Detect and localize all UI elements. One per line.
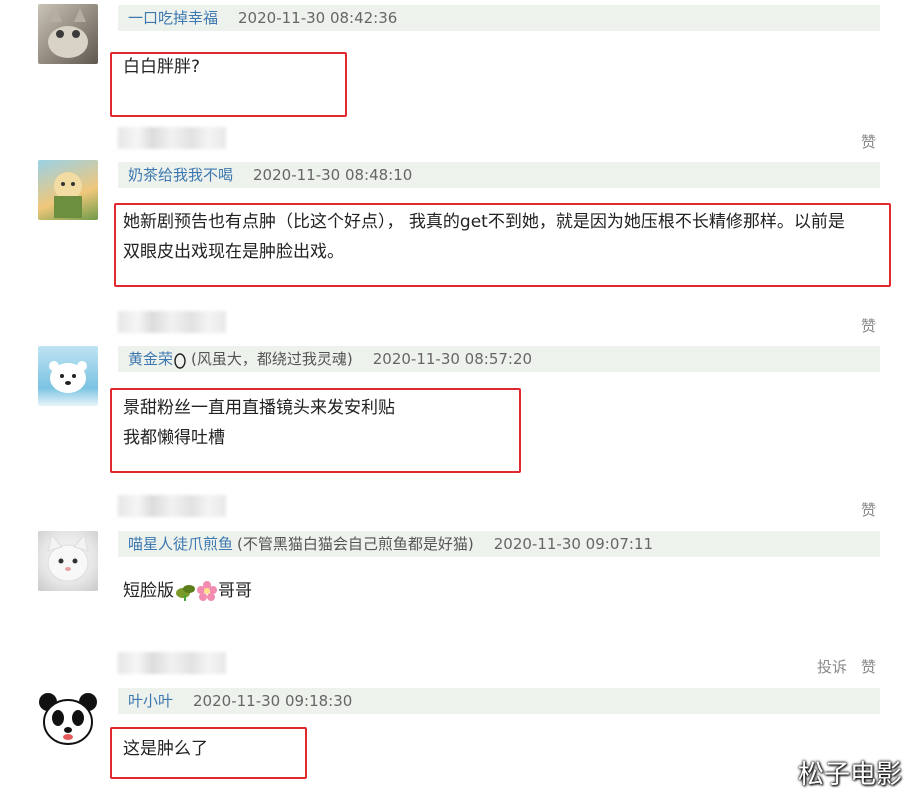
- comment-meta: 喵星人徒爪煎鱼 (不管黑猫白猫会自己煎鱼都是好猫) 2020-11-30 09:07…: [118, 531, 880, 557]
- user-signature: (不管黑猫白猫会自己煎鱼都是好猫): [237, 535, 474, 553]
- username[interactable]: 喵星人徒爪煎鱼: [128, 535, 233, 553]
- comment-actions: 赞: [847, 499, 876, 520]
- username[interactable]: 奶茶给我我不喝: [128, 166, 233, 184]
- timestamp: 2020-11-30 09:07:11: [493, 535, 654, 553]
- username[interactable]: 叶小叶: [128, 692, 173, 710]
- avatar[interactable]: [38, 346, 98, 406]
- comment-fragment: 哥哥: [218, 581, 252, 601]
- timestamp: 2020-11-30 09:18:30: [193, 692, 353, 710]
- username[interactable]: 黄金荣: [128, 350, 173, 368]
- like-button[interactable]: 赞: [861, 133, 876, 151]
- highlight-box: [110, 727, 307, 779]
- white-cat-avatar-icon: [47, 533, 89, 582]
- like-button[interactable]: 赞: [861, 501, 876, 519]
- timestamp: 2020-11-30 08:48:10: [253, 166, 413, 184]
- comment-meta: 叶小叶 2020-11-30 09:18:30: [118, 688, 880, 714]
- comment-meta: 黄金荣 (风虽大，都绕过我灵魂) 2020-11-30 08:57:20: [118, 346, 880, 372]
- comment-actions: 赞: [847, 315, 876, 336]
- blurred-reply: [118, 311, 226, 333]
- blurred-reply: [118, 127, 226, 149]
- avatar[interactable]: [38, 531, 98, 591]
- highlight-box: [110, 388, 521, 473]
- report-button[interactable]: 投诉: [817, 658, 847, 676]
- comment-meta: 一口吃掉幸福 2020-11-30 08:42:36: [118, 5, 880, 31]
- like-button[interactable]: 赞: [861, 658, 876, 676]
- comment-actions: 投诉赞: [803, 656, 876, 677]
- comment-meta: 奶茶给我我不喝 2020-11-30 08:48:10: [118, 162, 880, 188]
- like-button[interactable]: 赞: [861, 317, 876, 335]
- avatar[interactable]: [38, 4, 98, 64]
- leaf-emoji-icon: [176, 585, 195, 601]
- comment-text: 短脸版 哥哥: [123, 576, 252, 606]
- blurred-reply: [118, 652, 226, 674]
- comment-fragment: 短脸版: [123, 581, 174, 601]
- egg-icon: [174, 352, 186, 369]
- watermark: 松子电影: [797, 760, 902, 790]
- timestamp: 2020-11-30 08:57:20: [372, 350, 533, 368]
- user-signature: (风虽大，都绕过我灵魂): [191, 350, 353, 368]
- avatar[interactable]: [38, 688, 98, 748]
- avatar[interactable]: [38, 160, 98, 220]
- blurred-reply: [118, 495, 226, 517]
- panda-avatar-icon: [39, 693, 97, 745]
- cat-avatar-icon: [48, 8, 88, 58]
- cartoon-avatar-icon: [54, 172, 82, 218]
- timestamp: 2020-11-30 08:42:36: [238, 9, 398, 27]
- highlight-box: [114, 203, 891, 287]
- username[interactable]: 一口吃掉幸福: [128, 9, 218, 27]
- polar-bear-avatar-icon: [49, 361, 87, 393]
- flower-emoji-icon: [197, 581, 217, 601]
- highlight-box: [110, 52, 347, 117]
- comment-actions: 赞: [847, 131, 876, 152]
